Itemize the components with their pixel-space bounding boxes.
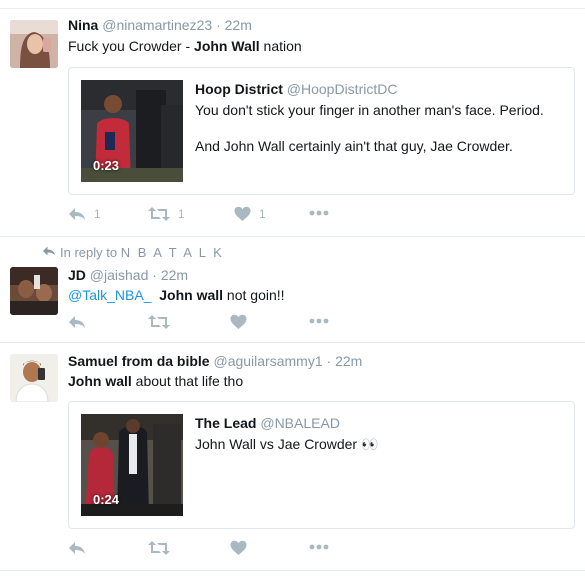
display-name[interactable]: Nina	[68, 17, 98, 33]
retweet-button[interactable]: 1	[148, 206, 185, 222]
more-button[interactable]	[309, 210, 329, 216]
reply-context-icon	[42, 245, 60, 260]
tweet-samuel[interactable]: Samuel from da bible @aguilarsammy1 · 22…	[0, 343, 585, 576]
text-part: about that life tho	[131, 373, 244, 389]
quoted-username: @HoopDistrictDC	[286, 81, 398, 97]
reply-context: In reply to N B A T A L K	[42, 245, 224, 260]
quoted-text-line: And John Wall certainly ain't that guy, …	[195, 138, 513, 154]
reply-icon	[69, 316, 85, 328]
like-button[interactable]	[230, 540, 247, 556]
timestamp[interactable]: 22m	[225, 17, 252, 33]
text-part: nation	[259, 38, 302, 54]
tweet-divider	[0, 570, 585, 571]
avatar[interactable]	[10, 354, 58, 402]
like-count: 1	[259, 207, 266, 221]
hashtag-bold: John Wall	[194, 38, 260, 54]
more-icon	[309, 210, 329, 216]
reply-icon	[69, 208, 85, 220]
reply-icon	[69, 542, 85, 554]
mention-link[interactable]: @Talk_NBA_	[68, 287, 151, 303]
reply-count: 1	[94, 207, 101, 221]
username[interactable]: @jaishad	[90, 267, 149, 283]
video-duration: 0:23	[93, 158, 120, 173]
hashtag-bold: John wall	[159, 287, 224, 303]
display-name[interactable]: JD	[68, 267, 86, 283]
quoted-display-name: Hoop District	[195, 81, 283, 97]
username[interactable]: @aguilarsammy1	[213, 353, 322, 369]
hashtag-bold: John wall	[68, 373, 132, 389]
more-icon	[309, 544, 329, 550]
tweet-text: @Talk_NBA_ John wall not goin!!	[68, 287, 285, 303]
quoted-tweet[interactable]: 0:23 Hoop District @HoopDistrictDC You d…	[68, 67, 575, 195]
quoted-text-line: John Wall vs Jae Crowder 👀	[195, 436, 379, 452]
more-icon	[309, 318, 329, 324]
like-button[interactable]: 1	[234, 206, 266, 222]
reply-to-label: In reply to	[60, 245, 118, 260]
username[interactable]: @ninamartinez23	[102, 17, 212, 33]
tweet-header: Nina @ninamartinez23 · 22m	[68, 17, 252, 33]
like-icon	[230, 314, 247, 329]
retweet-icon	[148, 541, 170, 555]
more-button[interactable]	[309, 544, 329, 550]
separator-dot: ·	[152, 267, 157, 283]
avatar[interactable]	[10, 20, 58, 68]
reply-button[interactable]: 1	[68, 206, 101, 222]
reply-button[interactable]	[68, 540, 86, 556]
tweet-nina[interactable]: Nina @ninamartinez23 · 22m Fuck you Crow…	[0, 0, 585, 236]
tweet-text: Fuck you Crowder - John Wall nation	[68, 38, 302, 54]
timestamp[interactable]: 22m	[161, 267, 188, 283]
like-icon	[230, 540, 247, 555]
text-part: Fuck you Crowder -	[68, 38, 195, 54]
video-duration: 0:24	[93, 492, 120, 507]
video-thumbnail[interactable]: 0:23	[81, 80, 183, 182]
quoted-username: @NBALEAD	[260, 415, 340, 431]
avatar[interactable]	[10, 267, 58, 315]
text-part: not goin!!	[223, 287, 285, 303]
quoted-header: Hoop District @HoopDistrictDC	[195, 81, 397, 97]
quoted-header: The Lead @NBALEAD	[195, 415, 340, 431]
video-thumbnail[interactable]: 0:24	[81, 414, 183, 516]
tweet-header: Samuel from da bible @aguilarsammy1 · 22…	[68, 353, 362, 369]
reply-button[interactable]	[68, 314, 86, 330]
tweet-header: JD @jaishad · 22m	[68, 267, 188, 283]
like-button[interactable]	[230, 314, 247, 330]
retweet-count: 1	[178, 207, 185, 221]
separator-dot: ·	[326, 353, 332, 369]
more-button[interactable]	[309, 318, 329, 324]
retweet-icon	[148, 315, 170, 329]
tweet-jd[interactable]: In reply to N B A T A L K JD @jaishad · …	[0, 237, 585, 342]
tweet-text: John wall about that life tho	[68, 373, 243, 389]
retweet-button[interactable]	[148, 540, 170, 556]
quoted-tweet[interactable]: 0:24 The Lead @NBALEAD John Wall vs Jae …	[68, 401, 575, 529]
like-icon	[234, 206, 251, 221]
reply-to-user[interactable]: N B A T A L K	[121, 245, 224, 260]
separator-dot: ·	[216, 17, 221, 33]
retweet-button[interactable]	[148, 314, 170, 330]
quoted-text-line: You don't stick your finger in another m…	[195, 102, 544, 118]
timestamp[interactable]: 22m	[335, 353, 362, 369]
display-name[interactable]: Samuel from da bible	[68, 353, 210, 369]
quoted-display-name: The Lead	[195, 415, 257, 431]
retweet-icon	[148, 207, 170, 221]
